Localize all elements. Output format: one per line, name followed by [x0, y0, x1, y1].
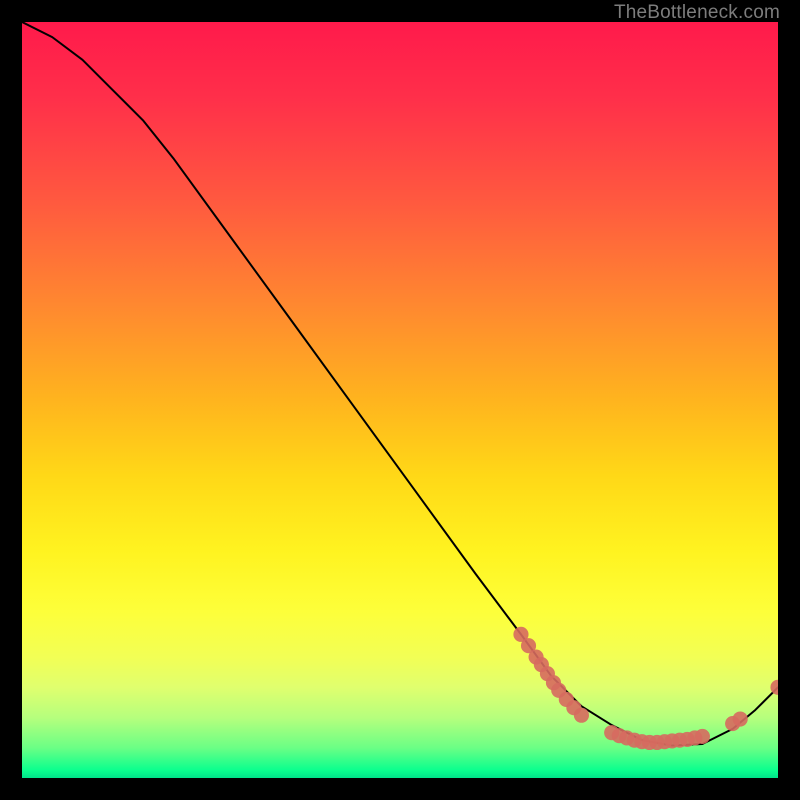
- marker-cluster: [574, 708, 589, 723]
- marker-cluster: [695, 729, 710, 744]
- watermark-text: TheBottleneck.com: [614, 2, 780, 24]
- chart-svg: [22, 22, 778, 778]
- marker-cluster: [733, 711, 748, 726]
- plot-area: [22, 22, 778, 778]
- series-curve: [22, 22, 778, 745]
- figure: TheBottleneck.com: [0, 0, 800, 800]
